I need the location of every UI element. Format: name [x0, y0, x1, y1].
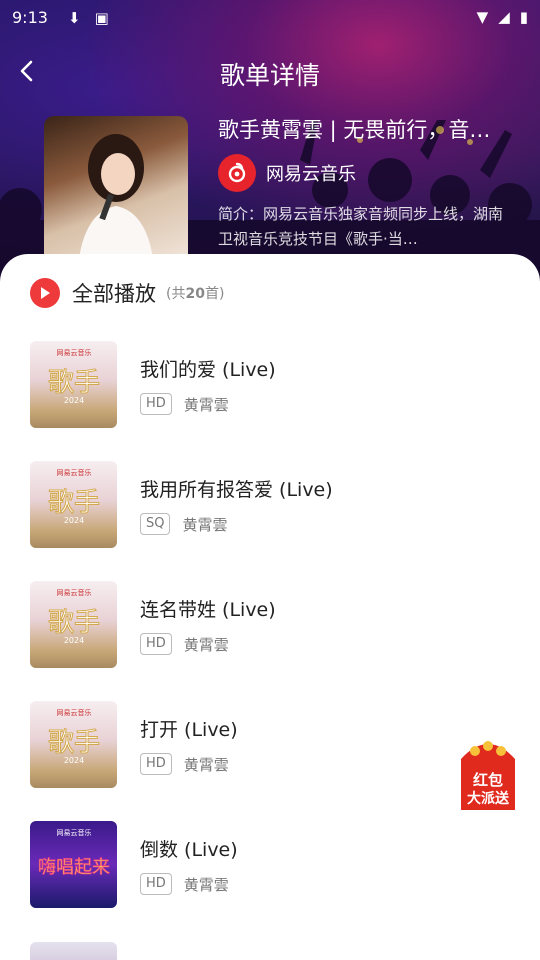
song-title: 打开 (Live): [140, 719, 238, 741]
artist-name: 黄霄雲: [183, 875, 229, 894]
svg-text:网易云音乐: 网易云音乐: [57, 828, 92, 837]
svg-text:歌手: 歌手: [48, 728, 100, 758]
quality-badge: SQ: [140, 513, 171, 535]
playlist-intro[interactable]: 简介：网易云音乐独家音频同步上线，湖南卫视音乐竞技节目《歌手·当…: [218, 202, 504, 252]
artist-name: 黄霄雲: [182, 515, 228, 534]
play-all-button[interactable]: 全部播放 (共20首): [30, 278, 224, 308]
song-thumbnail: 网易云音乐 歌手 2024: [30, 341, 117, 428]
song-count: (共20首): [166, 286, 225, 302]
svg-text:歌手: 歌手: [48, 608, 100, 638]
artist-name: 黄霄雲: [183, 755, 229, 774]
svg-text:嗨唱起来: 嗨唱起来: [38, 857, 110, 878]
svg-text:歌手: 歌手: [48, 368, 100, 398]
play-all-label: 全部播放: [72, 282, 156, 306]
list-item[interactable]: 网易云音乐 嗨唱起来 倒数 (Live) HD 黄霄雲: [30, 821, 510, 909]
svg-text:红包: 红包: [473, 771, 503, 789]
song-title: 我们的爱 (Live): [140, 359, 276, 381]
quality-badge: HD: [140, 873, 172, 895]
status-time: 9:13: [12, 8, 48, 27]
svg-text:网易云音乐: 网易云音乐: [57, 348, 92, 357]
artist-name: 黄霄雲: [183, 395, 229, 414]
svg-text:2024: 2024: [64, 636, 84, 645]
red-packet-icon: 红包 大派送: [461, 741, 515, 810]
singer-photo: [78, 134, 154, 266]
signal-icon: ◢: [498, 8, 510, 26]
song-title: 我用所有报答爱 (Live): [140, 479, 333, 501]
svg-text:网易云音乐: 网易云音乐: [57, 588, 92, 597]
svg-text:大派送: 大派送: [467, 790, 510, 807]
playlist-cover[interactable]: [44, 116, 188, 266]
list-item[interactable]: 网易云音乐 歌手 2024 连名带姓 (Live) HD 黄霄雲: [30, 581, 510, 669]
svg-text:2024: 2024: [64, 396, 84, 405]
red-packet-button[interactable]: 红包 大派送: [455, 737, 521, 810]
battery-icon: ▮: [519, 8, 528, 26]
song-thumbnail: 网易云音乐 歌手 2024: [30, 461, 117, 548]
svg-text:歌手: 歌手: [48, 488, 100, 518]
song-thumbnail: 网易云音乐 歌手 2024: [30, 701, 117, 788]
download-icon: ⬇: [68, 9, 81, 27]
song-title: 连名带姓 (Live): [140, 599, 276, 621]
song-title: 倒数 (Live): [140, 839, 238, 861]
list-item[interactable]: 网易云音乐 歌手 2024 我们的爱 (Live) HD 黄霄雲: [30, 341, 510, 429]
status-bar: 9:13 ⬇ ▣ ▼ ◢ ▮: [0, 0, 540, 36]
creator[interactable]: 网易云音乐: [218, 154, 356, 192]
svg-text:2024: 2024: [64, 516, 84, 525]
song-thumbnail: 网易云音乐 歌手 2024: [30, 581, 117, 668]
playlist-name: 歌手黄霄雲 | 无畏前行，音…: [218, 118, 491, 142]
play-icon: [30, 278, 60, 308]
svg-text:网易云音乐: 网易云音乐: [57, 468, 92, 477]
notification-icon: ▣: [94, 9, 109, 27]
list-item[interactable]: 网易云音乐 歌手 2024 打开 (Live) HD 黄霄雲: [30, 701, 510, 789]
list-item[interactable]: 网易云音乐 歌手 2024 我用所有报答爱 (Live) SQ 黄霄雲: [30, 461, 510, 549]
quality-badge: HD: [140, 393, 172, 415]
quality-badge: HD: [140, 753, 172, 775]
netease-logo-icon: [218, 154, 256, 192]
song-thumbnail-partial: [30, 942, 117, 960]
wifi-icon: ▼: [476, 8, 489, 26]
svg-text:网易云音乐: 网易云音乐: [57, 708, 92, 717]
artist-name: 黄霄雲: [183, 635, 229, 654]
song-thumbnail: 网易云音乐 嗨唱起来: [30, 821, 117, 908]
page-title: 歌单详情: [219, 61, 320, 90]
quality-badge: HD: [140, 633, 172, 655]
creator-name: 网易云音乐: [266, 164, 356, 185]
svg-text:2024: 2024: [64, 756, 84, 765]
